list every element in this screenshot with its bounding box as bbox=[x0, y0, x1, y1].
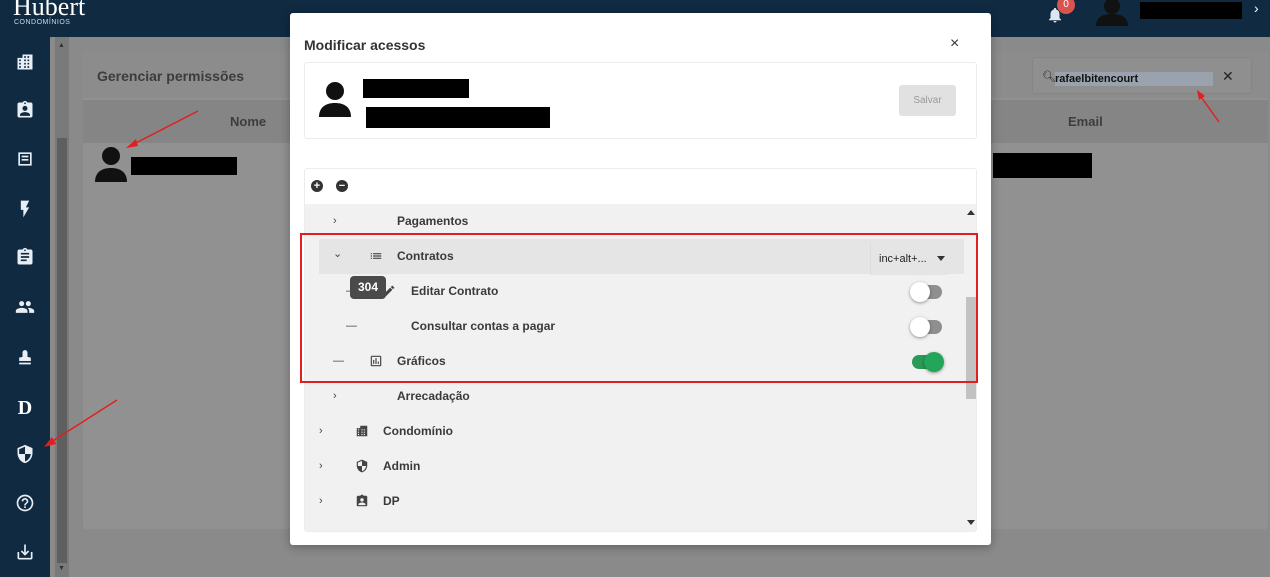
user-menu-chevron-icon[interactable]: › bbox=[1254, 0, 1259, 16]
stamp-icon[interactable] bbox=[14, 345, 36, 367]
annotation-arrow bbox=[126, 110, 199, 148]
tree-item-condominio[interactable]: › Condomínio bbox=[305, 414, 964, 449]
chevron-right-icon[interactable]: › bbox=[319, 460, 323, 472]
expand-all-icon[interactable]: + bbox=[311, 180, 323, 192]
collapse-all-icon[interactable]: − bbox=[336, 180, 348, 192]
d-letter-icon[interactable]: D bbox=[14, 397, 36, 419]
search-input-value[interactable]: rafaelbitencourt bbox=[1055, 72, 1213, 86]
tree-item-dp[interactable]: › DP bbox=[305, 484, 964, 519]
shield-icon bbox=[355, 459, 369, 473]
help-icon[interactable] bbox=[14, 492, 36, 514]
buildings-icon bbox=[355, 424, 369, 438]
receipt-icon[interactable] bbox=[14, 148, 36, 170]
page-title: Gerenciar permissões bbox=[97, 68, 245, 84]
page-scrollbar-thumb[interactable] bbox=[57, 138, 67, 563]
buildings-icon[interactable] bbox=[14, 51, 36, 73]
chevron-right-icon[interactable]: › bbox=[333, 215, 337, 227]
contact-badge-icon[interactable] bbox=[14, 99, 36, 121]
search-icon: 🔍︎ bbox=[1042, 71, 1056, 83]
tree-item-label: Admin bbox=[383, 459, 421, 473]
scroll-up-icon[interactable]: ▲ bbox=[58, 42, 65, 49]
redacted-email bbox=[993, 153, 1092, 178]
user-avatar bbox=[319, 82, 351, 117]
annotation-highlight-box bbox=[300, 233, 978, 383]
lightning-icon[interactable] bbox=[14, 198, 36, 220]
tree-item-admin[interactable]: › Admin bbox=[305, 449, 964, 484]
tree-toolbar: + − bbox=[305, 169, 976, 204]
annotation-arrow bbox=[1197, 90, 1220, 123]
clipboard-icon[interactable] bbox=[14, 246, 36, 268]
redacted-username bbox=[1140, 2, 1242, 19]
redacted-name bbox=[131, 157, 237, 175]
redacted-email bbox=[366, 107, 550, 128]
people-icon[interactable] bbox=[14, 296, 36, 318]
chevron-right-icon[interactable]: › bbox=[319, 425, 323, 437]
scroll-up-icon[interactable] bbox=[967, 210, 975, 215]
column-header-email[interactable]: Email bbox=[1068, 114, 1103, 129]
tree-item-label: Condomínio bbox=[383, 424, 453, 438]
chevron-right-icon[interactable]: › bbox=[333, 390, 337, 402]
clear-search-icon[interactable]: ✕ bbox=[1222, 68, 1234, 85]
close-icon[interactable]: × bbox=[950, 35, 959, 53]
app-logo-subtext: CONDOMÍNIOS bbox=[14, 19, 71, 26]
download-icon[interactable] bbox=[14, 541, 36, 563]
scroll-down-icon[interactable]: ▼ bbox=[58, 565, 65, 572]
shield-icon[interactable] bbox=[14, 443, 36, 465]
column-header-nome[interactable]: Nome bbox=[230, 114, 266, 129]
tree-item-arrecadacao[interactable]: › Arrecadação bbox=[305, 379, 964, 414]
save-button[interactable]: Salvar bbox=[899, 85, 956, 116]
tree-item-label: Arrecadação bbox=[397, 389, 470, 403]
scroll-down-icon[interactable] bbox=[967, 520, 975, 525]
tree-item-label: Pagamentos bbox=[397, 214, 469, 228]
annotation-arrow bbox=[44, 399, 118, 447]
redacted-name bbox=[363, 79, 469, 98]
chevron-right-icon[interactable]: › bbox=[319, 495, 323, 507]
modal-title: Modificar acessos bbox=[304, 37, 426, 53]
badge-icon bbox=[355, 494, 369, 508]
sidebar: D bbox=[0, 37, 50, 577]
user-avatar[interactable] bbox=[1095, 0, 1129, 26]
tree-item-label: DP bbox=[383, 494, 400, 508]
